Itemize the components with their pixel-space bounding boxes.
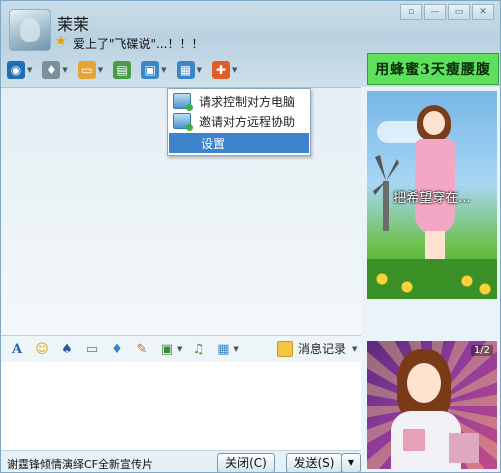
input-toolbar: A ☺ ♠ ▭ ♦ ✎ ▣ ▼ ♫ ▦ ▼ 消息记录 ▼	[1, 335, 361, 362]
remote-assist-icon	[173, 113, 193, 131]
menu-item-request-control[interactable]: 请求控制对方电脑	[169, 91, 309, 111]
contact-signature: 爱上了"飞碟说"...！！！	[73, 37, 204, 51]
ad-banner[interactable]: 用蜂蜜3天瘦腰腹	[367, 53, 499, 85]
ad-panel-top[interactable]: 把希望穿在...	[367, 91, 497, 299]
close-button[interactable]: 关闭(C)	[217, 453, 275, 472]
minimize-button[interactable]: —	[424, 4, 446, 20]
app-button[interactable]: ▤	[113, 61, 132, 79]
menu-item-label: 请求控制对方电脑	[199, 94, 296, 109]
remote-assist-icon: ▣	[141, 61, 160, 79]
ad-blurred-area	[403, 429, 425, 451]
message-history-button[interactable]: 消息记录 ▼	[277, 340, 357, 357]
music-icon[interactable]: ♫	[189, 340, 207, 358]
chevron-down-icon[interactable]: ▼	[197, 66, 202, 74]
screenshot-icon[interactable]: ▦	[214, 340, 232, 358]
apps-grid-icon: ✚	[211, 61, 230, 79]
video-call-button[interactable]: ◉ ▼	[7, 61, 32, 79]
apps-grid-button[interactable]: ✚ ▼	[211, 61, 237, 79]
chat-window: 茉茉 ★ 爱上了"飞碟说"...！！！ ▫ — ▭ ✕ ◉ ▼ ♦ ▼ ▭ ▼ ▤ ▣…	[0, 0, 501, 473]
gif-icon[interactable]: ▭	[83, 340, 101, 358]
chevron-down-icon[interactable]: ▼	[233, 345, 238, 353]
screen-share-button[interactable]: ▦ ▼	[176, 61, 202, 79]
close-window-button[interactable]: ✕	[472, 4, 494, 20]
send-button[interactable]: 发送(S)	[286, 453, 342, 472]
shake-icon[interactable]: ♠	[58, 340, 76, 358]
menu-item-settings[interactable]: 设置	[169, 133, 309, 153]
send-options-button[interactable]: ▼	[341, 453, 361, 472]
chat-toolbar: ◉ ▼ ♦ ▼ ▭ ▼ ▤ ▣ ▼ ▦ ▼ ✚ ▼	[7, 59, 247, 81]
screen-share-icon: ▦	[176, 61, 195, 79]
ad-page-indicator[interactable]: 1/2	[470, 345, 493, 356]
chevron-down-icon[interactable]: ▼	[62, 66, 67, 74]
remote-assist-button[interactable]: ▣ ▼	[141, 61, 167, 79]
news-ticker[interactable]: 谢霆锋倾情演绎CF全新宣传片	[7, 456, 153, 472]
handwriting-icon[interactable]: ✎	[133, 340, 151, 358]
image-icon[interactable]: ▣	[158, 340, 176, 358]
ad-flowers	[367, 259, 497, 299]
file-transfer-icon: ▭	[77, 61, 96, 79]
emoji-button[interactable]: ☺	[33, 340, 51, 358]
file-transfer-button[interactable]: ▭ ▼	[77, 61, 103, 79]
chevron-down-icon[interactable]: ▼	[232, 66, 237, 74]
menu-item-invite-assist[interactable]: 邀请对方远程协助	[169, 111, 309, 131]
bottom-bar: 谢霆锋倾情演绎CF全新宣传片 关闭(C) 发送(S) ▼	[1, 450, 361, 472]
chevron-down-icon[interactable]: ▼	[98, 66, 103, 74]
voice-message-icon[interactable]: ♦	[108, 340, 126, 358]
chevron-down-icon[interactable]: ▼	[352, 345, 357, 353]
window-menu-button[interactable]: ▫	[400, 4, 422, 20]
chevron-down-icon[interactable]: ▼	[161, 66, 166, 74]
history-icon	[277, 340, 293, 357]
history-label: 消息记录	[298, 342, 347, 356]
maximize-button[interactable]: ▭	[448, 4, 470, 20]
ad-blurred-area	[449, 433, 479, 463]
remote-assist-menu: 请求控制对方电脑 邀请对方远程协助 设置	[167, 88, 311, 156]
chat-header: 茉茉 ★ 爱上了"飞碟说"...！！！ ▫ — ▭ ✕ ◉ ▼ ♦ ▼ ▭ ▼ ▤ ▣…	[1, 1, 500, 87]
video-icon: ◉	[7, 61, 25, 79]
mic-icon: ♦	[42, 61, 61, 79]
avatar[interactable]	[9, 9, 51, 51]
menu-item-label: 邀请对方远程协助	[199, 114, 296, 129]
ad-figure-face	[407, 363, 441, 403]
contact-nickname[interactable]: 茉茉	[57, 11, 89, 35]
menu-item-label: 设置	[201, 136, 226, 151]
chevron-down-icon[interactable]: ▼	[177, 345, 182, 353]
ad-panel-bottom[interactable]: 1/2	[367, 341, 497, 469]
message-input[interactable]	[1, 362, 361, 450]
star-icon: ★	[55, 34, 67, 49]
chevron-down-icon[interactable]: ▼	[27, 66, 32, 74]
remote-control-icon	[173, 93, 193, 111]
window-controls: ▫ — ▭ ✕	[400, 4, 494, 20]
app-icon: ▤	[113, 61, 132, 79]
ad-caption: 把希望穿在...	[393, 191, 471, 206]
font-button[interactable]: A	[8, 340, 26, 358]
voice-call-button[interactable]: ♦ ▼	[42, 61, 68, 79]
ad-figure-face	[423, 111, 445, 135]
